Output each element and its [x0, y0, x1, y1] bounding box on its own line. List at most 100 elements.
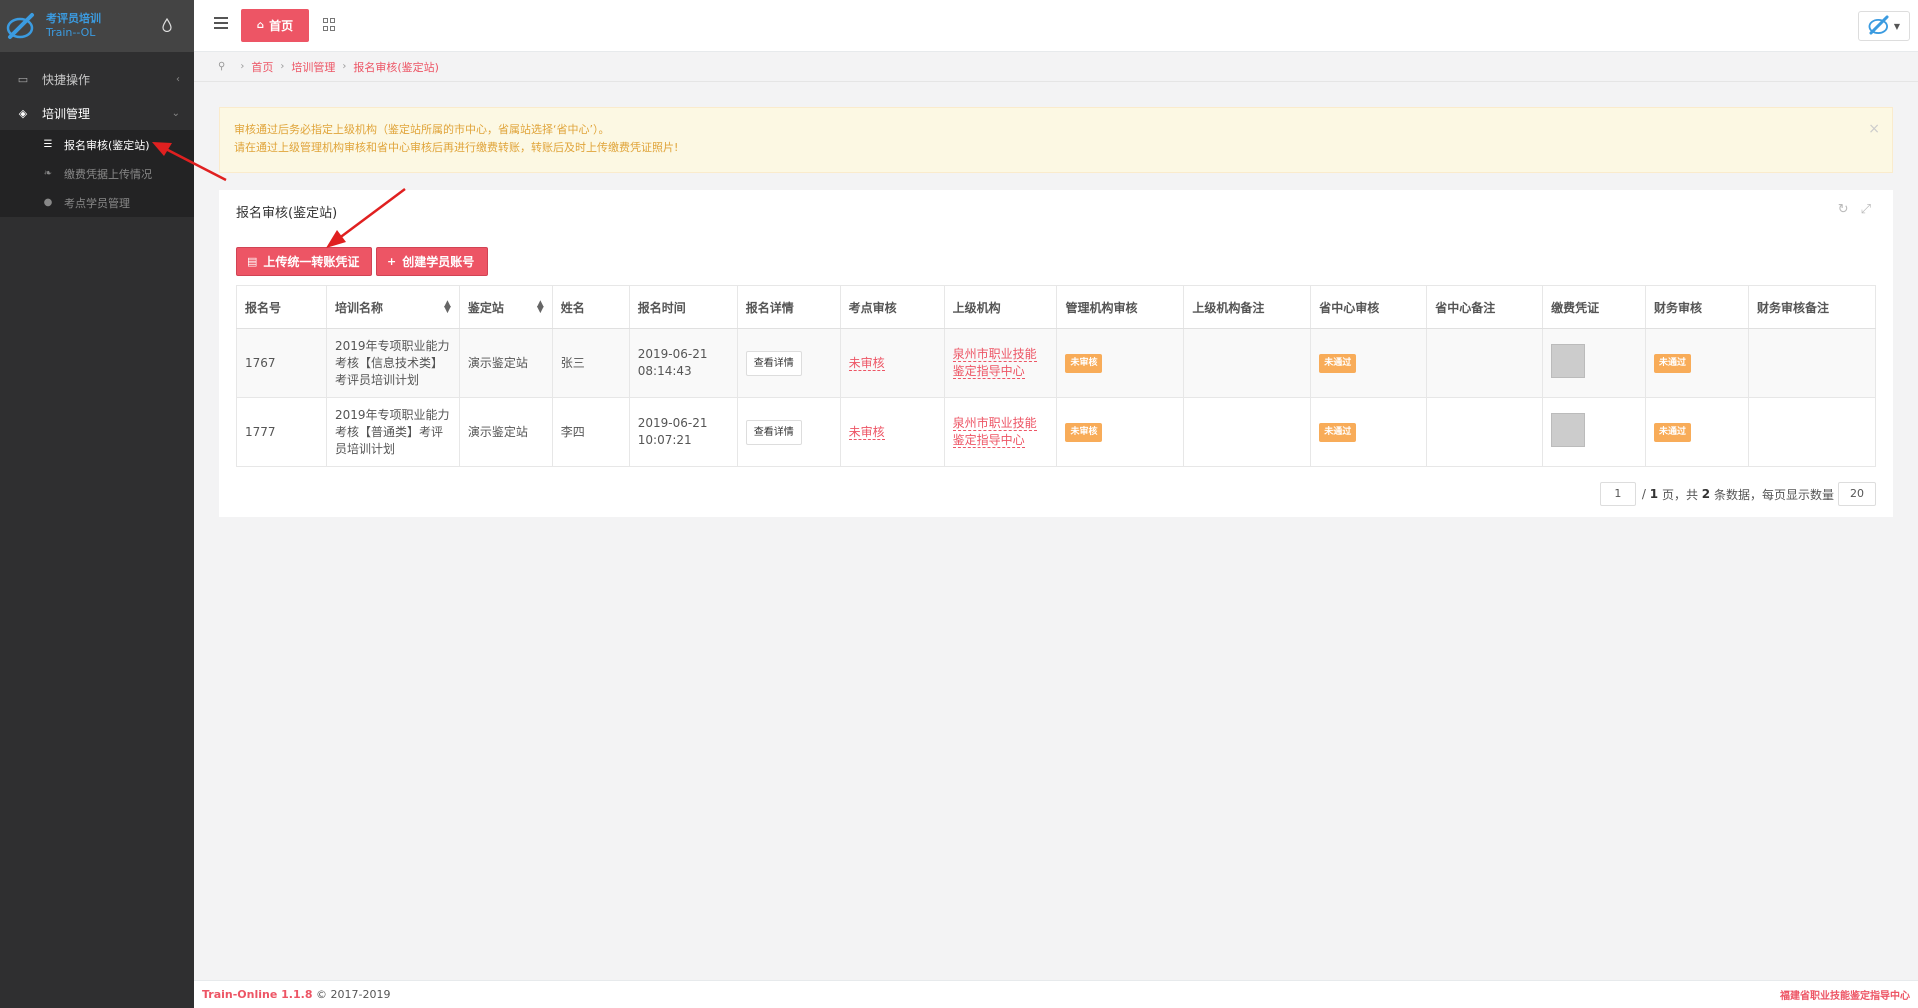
cell-training-name: 2019年专项职业能力考核【普通类】考评员培训计划: [325, 397, 460, 467]
fullscreen-icon[interactable]: ⤢: [1861, 202, 1871, 217]
page-size-input[interactable]: 20: [1838, 482, 1876, 506]
chevron-down-icon: ⌄: [171, 107, 180, 119]
table-row[interactable]: 1767 2019年专项职业能力考核【信息技术类】考评员培训计划 演示鉴定站 张…: [236, 328, 1877, 398]
cell-finance-review: 未通过: [1645, 397, 1749, 467]
superior-org-link[interactable]: 泉州市职业技能鉴定指导中心: [952, 416, 1037, 448]
col-header-mgmt-note[interactable]: 上级机构备注: [1183, 285, 1312, 329]
breadcrumb-training[interactable]: 培训管理: [291, 59, 335, 75]
col-header-finance-note[interactable]: 财务审核备注: [1747, 285, 1877, 329]
sidebar-subitem-registration-review[interactable]: ☰ 报名审核(鉴定站): [0, 130, 194, 159]
pager-page-unit: 页，共: [1661, 487, 1698, 502]
sidebar-item-label: 快捷操作: [42, 72, 91, 87]
cell-mgmt-review: 未审核: [1056, 328, 1185, 398]
plus-icon: +: [387, 255, 397, 268]
breadcrumb-separator: ›: [280, 61, 285, 72]
sidebar-subitem-label: 考点学员管理: [64, 196, 130, 210]
map-marker-icon: ⚲: [218, 61, 226, 72]
alert-line-1: 审核通过后务必指定上级机构（鉴定站所属的市中心，省属站选择‘省中心’）。: [234, 123, 610, 136]
col-header-station[interactable]: 鉴定站 ▲ ▼: [458, 285, 553, 329]
cell-person: 张三: [551, 328, 630, 398]
voucher-thumbnail[interactable]: [1551, 412, 1586, 447]
cell-prov-review: 未通过: [1310, 397, 1428, 467]
cell-mgmt-note: [1183, 397, 1312, 467]
col-header-label: 培训名称: [334, 300, 383, 315]
leaf-icon: ❧: [43, 168, 53, 179]
tab-home[interactable]: ⌂ 首页: [241, 9, 309, 42]
status-badge: 未通过: [1654, 423, 1692, 442]
cell-datetime: 2019-06-21 08:14:43: [628, 328, 738, 398]
cell-id: 1777: [236, 397, 327, 467]
col-header-prov-note[interactable]: 省中心备注: [1426, 285, 1544, 329]
col-header-finance-review[interactable]: 财务审核: [1645, 285, 1749, 329]
pager-total-pages: 1: [1649, 487, 1659, 501]
create-student-account-button[interactable]: + 创建学员账号: [376, 247, 488, 276]
col-header-payment-voucher[interactable]: 缴费凭证: [1542, 285, 1647, 329]
voucher-thumbnail[interactable]: [1551, 343, 1586, 378]
sidebar-item-label: 培训管理: [42, 106, 91, 121]
upload-voucher-button[interactable]: ▤ 上传统一转账凭证: [236, 247, 372, 276]
sidebar-subitem-label: 报名审核(鉴定站): [64, 138, 150, 152]
view-detail-button[interactable]: 查看详情: [745, 419, 802, 445]
footer-brand: Train-Online 1.1.8: [202, 988, 313, 1001]
page-number-input[interactable]: 1: [1599, 482, 1636, 506]
user-menu-button[interactable]: ▼: [1858, 11, 1910, 41]
sort-icon[interactable]: ▲ ▼: [537, 300, 544, 315]
col-header-training-name[interactable]: 培训名称 ▲ ▼: [325, 285, 460, 329]
sidebar-header: 考评员培训 Train--OL: [0, 0, 194, 52]
col-header-name[interactable]: 姓名: [551, 285, 630, 329]
cell-detail: 查看详情: [736, 328, 841, 398]
tab-home-label: 首页: [269, 19, 294, 33]
table-header-row: 报名号 培训名称 ▲ ▼ 鉴定站 ▲ ▼ 姓名 报名时间 报名详情 考点审核 上级机构 …: [236, 285, 1877, 329]
col-header-superior[interactable]: 上级机构: [943, 285, 1058, 329]
cell-datetime: 2019-06-21 10:07:21: [628, 397, 738, 467]
breadcrumb-separator: ›: [240, 61, 245, 72]
sort-icon[interactable]: ▲ ▼: [444, 300, 451, 315]
panel-tools: ↻ ⤢: [1838, 202, 1871, 217]
breadcrumb-home[interactable]: 首页: [251, 59, 273, 75]
footer: Train-Online 1.1.8 © 2017-2019 福建省职业技能鉴定…: [194, 980, 1918, 1008]
pager-sep: /: [1641, 487, 1646, 501]
table-row[interactable]: 1777 2019年专项职业能力考核【普通类】考评员培训计划 演示鉴定站 李四 …: [236, 397, 1877, 467]
hamburger-menu-icon[interactable]: [214, 17, 228, 31]
cell-mgmt-review: 未审核: [1056, 397, 1185, 467]
sidebar-item-quick-actions[interactable]: ▭ 快捷操作 ‹: [0, 62, 194, 96]
cell-finance-review: 未通过: [1645, 328, 1749, 398]
cell-superior: 泉州市职业技能鉴定指导中心: [943, 397, 1058, 467]
view-detail-button[interactable]: 查看详情: [745, 350, 802, 376]
cell-date: 2019-06-21: [637, 347, 708, 361]
col-header-date[interactable]: 报名时间: [628, 285, 738, 329]
cell-time: 10:07:21: [637, 433, 692, 447]
logo-subtitle: Train--OL: [46, 26, 96, 39]
col-header-detail[interactable]: 报名详情: [736, 285, 841, 329]
site-review-link[interactable]: 未审核: [848, 355, 885, 371]
file-icon: ▤: [247, 255, 258, 268]
water-drop-icon[interactable]: [162, 17, 172, 33]
cell-time: 08:14:43: [637, 364, 692, 378]
status-badge: 未通过: [1654, 354, 1692, 373]
cell-detail: 查看详情: [736, 397, 841, 467]
cell-station: 演示鉴定站: [458, 328, 553, 398]
cell-person: 李四: [551, 397, 630, 467]
cell-payment-voucher: [1542, 397, 1647, 467]
registration-table: 报名号 培训名称 ▲ ▼ 鉴定站 ▲ ▼ 姓名 报名时间 报名详情 考点审核 上级机构 …: [236, 285, 1877, 467]
cell-date: 2019-06-21: [637, 416, 708, 430]
status-badge: 未通过: [1319, 423, 1357, 442]
col-header-site-review[interactable]: 考点审核: [839, 285, 945, 329]
breadcrumb: ⚲ › 首页 › 培训管理 › 报名审核(鉴定站): [194, 52, 1918, 82]
sidebar-subitem-label: 缴费凭据上传情况: [64, 167, 152, 181]
sidebar-item-training-management[interactable]: ◈ 培训管理 ⌄: [0, 96, 194, 130]
grid-icon[interactable]: [323, 18, 336, 31]
close-icon[interactable]: ×: [1868, 120, 1880, 138]
col-header-prov-review[interactable]: 省中心审核: [1310, 285, 1428, 329]
sidebar-subitem-payment-upload[interactable]: ❧ 缴费凭据上传情况: [0, 159, 194, 188]
refresh-icon[interactable]: ↻: [1838, 202, 1849, 217]
col-header-id[interactable]: 报名号: [236, 285, 327, 329]
create-student-label: 创建学员账号: [402, 255, 475, 269]
sidebar-subitem-student-management[interactable]: ● 考点学员管理: [0, 188, 194, 217]
breadcrumb-current[interactable]: 报名审核(鉴定站): [353, 59, 439, 75]
cell-finance-note: [1747, 328, 1877, 398]
site-review-link[interactable]: 未审核: [848, 424, 885, 440]
superior-org-link[interactable]: 泉州市职业技能鉴定指导中心: [952, 347, 1037, 379]
cell-site-review: 未审核: [839, 397, 945, 467]
col-header-mgmt-review[interactable]: 管理机构审核: [1056, 285, 1185, 329]
